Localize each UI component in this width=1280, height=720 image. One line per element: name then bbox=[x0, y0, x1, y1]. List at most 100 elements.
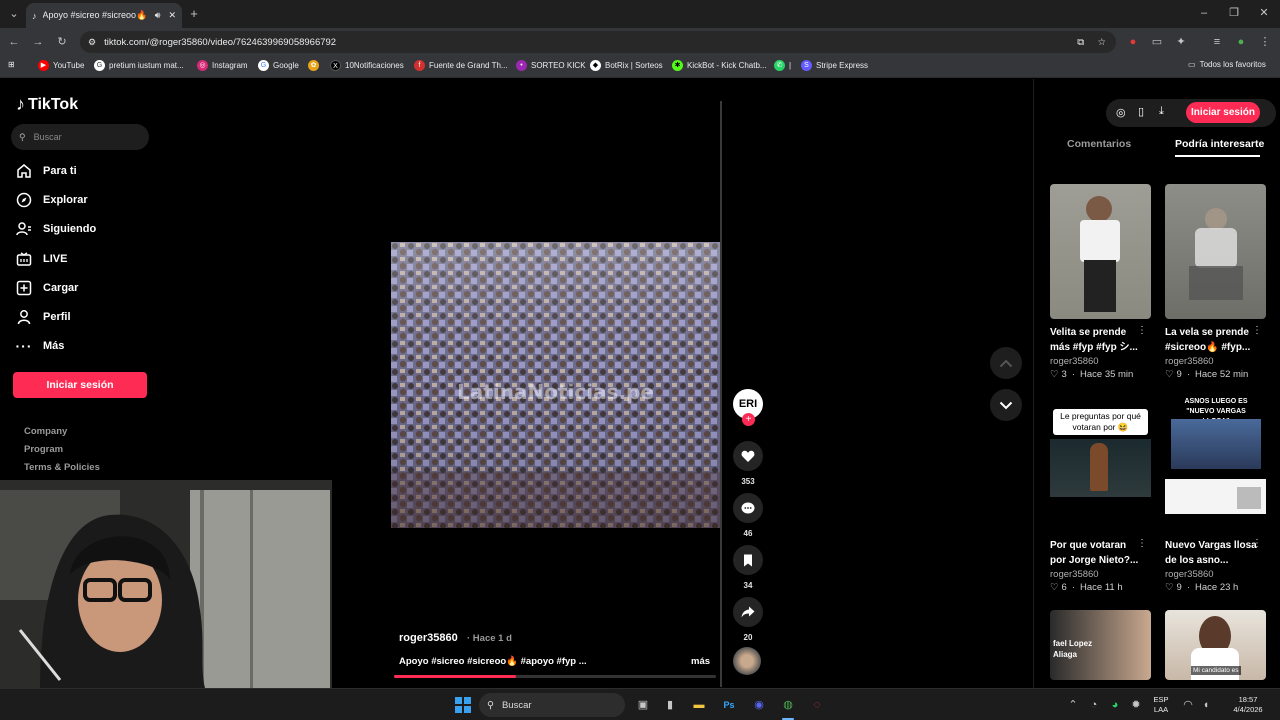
music-disc[interactable] bbox=[733, 647, 763, 675]
file-explorer-icon[interactable]: ▬ bbox=[691, 697, 707, 713]
bookmark-kickbot[interactable]: ✱ KickBot - Kick Chatb... bbox=[672, 60, 767, 71]
browser-tab[interactable]: ♪ Apoyo #sicreo #sicreoo🔥 🔊︎ ✕ bbox=[26, 3, 182, 28]
windows-start-icon[interactable] bbox=[455, 697, 471, 713]
task-view-icon[interactable]: ▣ bbox=[635, 697, 651, 713]
bookmark-instagram[interactable]: ◎ Instagram bbox=[197, 60, 248, 71]
new-tab-icon[interactable]: + bbox=[186, 6, 202, 22]
follow-plus-icon[interactable]: + bbox=[742, 413, 755, 426]
suggested-video-card[interactable]: fael Lopez Aliaga bbox=[1050, 610, 1151, 680]
apps-grid-icon[interactable]: ⊞ bbox=[8, 60, 15, 69]
reload-icon[interactable]: ↻ bbox=[54, 34, 70, 50]
card-user[interactable]: roger35860 bbox=[1050, 569, 1151, 580]
profile-avatar-icon[interactable]: ● bbox=[1233, 34, 1249, 50]
nav-perfil[interactable]: Perfil bbox=[16, 309, 71, 325]
minimize-icon[interactable]: – bbox=[1196, 5, 1212, 21]
save-button[interactable]: 34 bbox=[733, 545, 763, 590]
footer-link-terms[interactable]: Terms & Policies bbox=[24, 462, 100, 473]
site-info-icon[interactable]: ⚙ bbox=[88, 37, 96, 48]
tray-settings-icon[interactable]: ✹ bbox=[1128, 697, 1144, 713]
bookmark-gta[interactable]: f Fuente de Grand Th... bbox=[414, 60, 508, 71]
nav-cargar[interactable]: Cargar bbox=[16, 280, 78, 296]
close-tab-icon[interactable]: ✕ bbox=[168, 10, 176, 21]
suggested-video-card[interactable]: ASNOS LUEGO ES "NUEVO VARGAS LLOSA" Nuev… bbox=[1165, 397, 1266, 593]
next-video-button[interactable] bbox=[990, 389, 1022, 421]
speaker-icon[interactable]: 🔊︎ bbox=[155, 10, 161, 21]
suggested-video-card[interactable]: La vela se prende #sicreoo🔥 #fyp... roge… bbox=[1165, 184, 1266, 380]
like-button[interactable]: 353 bbox=[733, 441, 763, 486]
share-button[interactable]: 20 bbox=[733, 597, 763, 642]
bookmark-youtube[interactable]: ▶ YouTube bbox=[38, 60, 84, 71]
kebab-menu-icon[interactable]: ⋮ bbox=[1252, 538, 1262, 549]
comment-button[interactable]: 46 bbox=[733, 493, 763, 538]
tiktok-logo[interactable]: ♪ TikTok bbox=[16, 94, 78, 115]
nav-mas[interactable]: ··· Más bbox=[16, 338, 65, 354]
kebab-menu-icon[interactable]: ⋮ bbox=[1252, 325, 1262, 336]
header-login-button[interactable]: Iniciar sesión bbox=[1186, 102, 1260, 123]
tab-list-icon[interactable]: ⌄ bbox=[6, 6, 22, 22]
bookmark-stripe[interactable]: S Stripe Express bbox=[801, 60, 868, 71]
caption-more-link[interactable]: más bbox=[691, 656, 710, 667]
card-user[interactable]: roger35860 bbox=[1050, 356, 1151, 367]
tray-volume-icon[interactable]: ◖ bbox=[1198, 697, 1214, 713]
all-bookmarks[interactable]: ▭ Todos los favoritos bbox=[1188, 60, 1266, 69]
footer-link-program[interactable]: Program bbox=[24, 444, 63, 455]
download-icon[interactable]: ⤓ bbox=[1159, 105, 1164, 118]
media-control-icon[interactable]: ≡ bbox=[1209, 34, 1225, 50]
taskbar-search[interactable]: ⚲ Buscar bbox=[479, 693, 625, 717]
nav-para-ti[interactable]: Para ti bbox=[16, 163, 77, 179]
suggested-video-card[interactable]: Velita se prende más #fyp #fyp シ... roge… bbox=[1050, 184, 1151, 380]
tray-app-icon[interactable]: ◕ bbox=[1107, 697, 1123, 713]
nav-siguiendo[interactable]: Siguiendo bbox=[16, 221, 96, 237]
extension-red-icon[interactable]: ● bbox=[1125, 34, 1141, 50]
bookmark-x[interactable]: X 10Notificaciones bbox=[330, 60, 404, 71]
sidebar-login-button[interactable]: Iniciar sesión bbox=[13, 372, 147, 398]
url-bar[interactable]: ⚙ tiktok.com/@roger35860/video/762463996… bbox=[80, 31, 1116, 53]
nav-live[interactable]: LIVE bbox=[16, 251, 67, 267]
nav-explorar[interactable]: Explorar bbox=[16, 192, 88, 208]
restore-icon[interactable]: ❐ bbox=[1226, 5, 1242, 21]
app-icon[interactable]: ▮ bbox=[662, 697, 678, 713]
back-icon[interactable]: ← bbox=[6, 34, 22, 50]
card-user[interactable]: roger35860 bbox=[1165, 569, 1266, 580]
tab-podria-interesarte[interactable]: Podría interesarte bbox=[1175, 138, 1264, 150]
bookmark-google[interactable]: G Google bbox=[258, 60, 299, 71]
tab-comentarios[interactable]: Comentarios bbox=[1067, 138, 1131, 150]
bookmark-star-icon[interactable]: ☆ bbox=[1097, 37, 1106, 48]
bookmark-botrix[interactable]: ◆ BotRix | Sorteos bbox=[590, 60, 663, 71]
kebab-menu-icon[interactable]: ⋮ bbox=[1137, 325, 1147, 336]
bookmark-sorteo[interactable]: • SORTEO KICK bbox=[516, 60, 586, 71]
kebab-menu-icon[interactable]: ⋮ bbox=[1137, 538, 1147, 549]
video-progress-bar[interactable] bbox=[394, 675, 716, 678]
suggested-video-card[interactable]: Le preguntas por qué votaran por 😆 Por q… bbox=[1050, 397, 1151, 593]
install-icon[interactable]: ⧉ bbox=[1077, 37, 1084, 48]
footer-link-company[interactable]: Company bbox=[24, 426, 67, 437]
creator-avatar[interactable]: ERI + bbox=[733, 389, 763, 426]
tray-network-icon[interactable]: ◔ bbox=[1086, 697, 1102, 713]
app-red-dot-icon[interactable]: ◌ bbox=[809, 697, 825, 713]
browser-menu-icon[interactable]: ⋮ bbox=[1257, 34, 1273, 50]
bookmark-colorful[interactable]: ✿ bbox=[308, 60, 323, 71]
extensions-puzzle-icon[interactable]: ✦ bbox=[1173, 34, 1189, 50]
discord-icon[interactable]: ◉ bbox=[751, 697, 767, 713]
bookmark-whatsapp[interactable]: ✆ | bbox=[774, 60, 791, 71]
close-window-icon[interactable]: ✕ bbox=[1256, 5, 1272, 21]
card-dot: · bbox=[1186, 369, 1190, 380]
suggested-video-card[interactable]: Mi candidato es bbox=[1165, 610, 1266, 680]
tray-chevron-icon[interactable]: ⌃ bbox=[1065, 697, 1081, 713]
clock[interactable]: 18:57 4/4/2026 bbox=[1222, 695, 1274, 715]
tray-wifi-icon[interactable]: ◠ bbox=[1180, 697, 1196, 713]
compass-icon[interactable]: ◎ bbox=[1116, 106, 1126, 119]
language-indicator[interactable]: ESP LAA bbox=[1150, 695, 1172, 715]
phone-icon[interactable]: ▯ bbox=[1138, 105, 1144, 118]
card-user[interactable]: roger35860 bbox=[1165, 356, 1266, 367]
previous-video-button[interactable] bbox=[990, 347, 1022, 379]
bookmark-pretium[interactable]: Gpretium iustum mat... bbox=[94, 60, 184, 71]
photoshop-icon[interactable]: Ps bbox=[721, 697, 737, 713]
video-progress-fill bbox=[394, 675, 517, 678]
search-input[interactable]: ⚲ Buscar bbox=[11, 124, 149, 150]
chrome-icon[interactable]: ◍ bbox=[780, 697, 796, 713]
extension-card-icon[interactable]: ▭ bbox=[1149, 34, 1165, 50]
video-player[interactable]: LatinaNoticias.pe bbox=[391, 242, 720, 528]
video-author[interactable]: roger35860 bbox=[399, 632, 458, 644]
forward-icon[interactable]: → bbox=[30, 34, 46, 50]
